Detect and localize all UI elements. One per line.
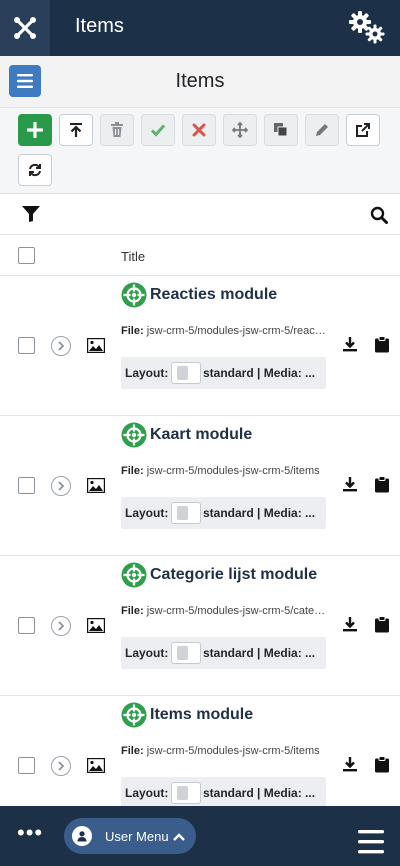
batch-icon (274, 123, 288, 137)
status-icon[interactable] (121, 702, 147, 733)
user-icon (72, 826, 92, 846)
export-icon (356, 123, 370, 137)
filter-bar (0, 195, 400, 235)
check-button[interactable] (141, 114, 175, 146)
layout-thumbnail (171, 782, 201, 804)
file-path: File: jsw-crm-5/modules-jsw-crm-5/catego… (121, 605, 326, 617)
hamburger-icon[interactable] (358, 830, 384, 854)
table-row: Categorie lijst module File: jsw-crm-5/m… (0, 556, 400, 696)
table-row: Kaart module File: jsw-crm-5/modules-jsw… (0, 416, 400, 556)
cross-icon (192, 123, 206, 137)
file-value: jsw-crm-5/modules-jsw-crm-5/reacties (146, 325, 326, 337)
layout-value: standard | Media: ... (203, 366, 316, 380)
bottom-bar: ••• User Menu (0, 806, 400, 866)
chevron-right-icon[interactable] (51, 476, 71, 496)
chevron-right-icon[interactable] (51, 616, 71, 636)
move-icon (232, 122, 248, 138)
download-icon[interactable] (342, 616, 358, 637)
layout-value: standard | Media: ... (203, 506, 316, 520)
download-icon[interactable] (342, 756, 358, 777)
layout-info: Layout: standard | Media: ... (121, 497, 326, 529)
clipboard-icon[interactable] (374, 616, 390, 638)
search-icon[interactable] (370, 206, 388, 229)
table-header: Title (0, 236, 400, 276)
item-title-link[interactable]: Kaart module (150, 426, 252, 444)
file-value: jsw-crm-5/modules-jsw-crm-5/categorie (146, 605, 326, 617)
check-icon (150, 124, 166, 137)
file-path: File: jsw-crm-5/modules-jsw-crm-5/items (121, 745, 326, 757)
status-icon[interactable] (121, 422, 147, 453)
toolbar (0, 108, 400, 194)
image-icon (86, 337, 106, 358)
edit-button[interactable] (305, 114, 339, 146)
more-icon[interactable]: ••• (17, 822, 43, 844)
layout-label: Layout: (125, 366, 169, 380)
page-title: Items (175, 70, 225, 92)
item-title-link[interactable]: Items module (150, 706, 253, 724)
export-button[interactable] (346, 114, 380, 146)
column-title[interactable]: Title (121, 249, 145, 264)
trash-button[interactable] (100, 114, 134, 146)
row-checkbox[interactable] (18, 757, 35, 774)
clipboard-icon[interactable] (374, 336, 390, 358)
edit-icon (316, 124, 328, 136)
layout-info: Layout: standard | Media: ... (121, 357, 326, 389)
joomla-logo-icon[interactable] (0, 0, 50, 56)
app-title: Items (75, 15, 124, 37)
status-icon[interactable] (121, 282, 147, 313)
move-button[interactable] (223, 114, 257, 146)
layout-label: Layout: (125, 646, 169, 660)
plus-icon (27, 122, 43, 138)
image-icon (86, 757, 106, 778)
upload-icon (70, 123, 82, 137)
user-menu-button[interactable]: User Menu (64, 818, 196, 854)
layout-thumbnail (171, 362, 201, 384)
file-path: File: jsw-crm-5/modules-jsw-crm-5/items (121, 465, 326, 477)
chevron-right-icon[interactable] (51, 336, 71, 356)
filter-icon[interactable] (22, 206, 40, 227)
trash-icon (111, 122, 123, 137)
download-icon[interactable] (342, 336, 358, 357)
item-title-link[interactable]: Categorie lijst module (150, 566, 317, 584)
layout-info: Layout: standard | Media: ... (121, 777, 326, 809)
layout-value: standard | Media: ... (203, 646, 316, 660)
row-checkbox[interactable] (18, 337, 35, 354)
publish-upload-button[interactable] (59, 114, 93, 146)
batch-button[interactable] (264, 114, 298, 146)
layout-thumbnail (171, 502, 201, 524)
refresh-button[interactable] (18, 154, 52, 186)
top-header: Items (0, 0, 400, 56)
clipboard-icon[interactable] (374, 756, 390, 778)
layout-info: Layout: standard | Media: ... (121, 637, 326, 669)
layout-value: standard | Media: ... (203, 786, 316, 800)
download-icon[interactable] (342, 476, 358, 497)
layout-thumbnail (171, 642, 201, 664)
user-menu-label: User Menu (105, 829, 169, 844)
status-icon[interactable] (121, 562, 147, 593)
layout-label: Layout: (125, 506, 169, 520)
layout-label: Layout: (125, 786, 169, 800)
file-value: jsw-crm-5/modules-jsw-crm-5/items (146, 465, 320, 477)
file-label: File: (121, 605, 144, 617)
row-checkbox[interactable] (18, 617, 35, 634)
select-all-checkbox[interactable] (18, 247, 35, 264)
image-icon (86, 617, 106, 638)
chevron-right-icon[interactable] (51, 756, 71, 776)
item-title-link[interactable]: Reacties module (150, 286, 277, 304)
image-icon (86, 477, 106, 498)
table-row: Reacties module File: jsw-crm-5/modules-… (0, 276, 400, 416)
chevron-up-icon (172, 829, 186, 847)
file-label: File: (121, 745, 144, 757)
file-label: File: (121, 325, 144, 337)
clipboard-icon[interactable] (374, 476, 390, 498)
new-button[interactable] (18, 114, 52, 146)
row-checkbox[interactable] (18, 477, 35, 494)
refresh-icon (29, 163, 41, 177)
file-value: jsw-crm-5/modules-jsw-crm-5/items (146, 745, 320, 757)
file-label: File: (121, 465, 144, 477)
unpublish-button[interactable] (182, 114, 216, 146)
gears-icon[interactable] (346, 10, 386, 44)
page-subheader: Items (0, 56, 400, 108)
file-path: File: jsw-crm-5/modules-jsw-crm-5/reacti… (121, 325, 326, 337)
